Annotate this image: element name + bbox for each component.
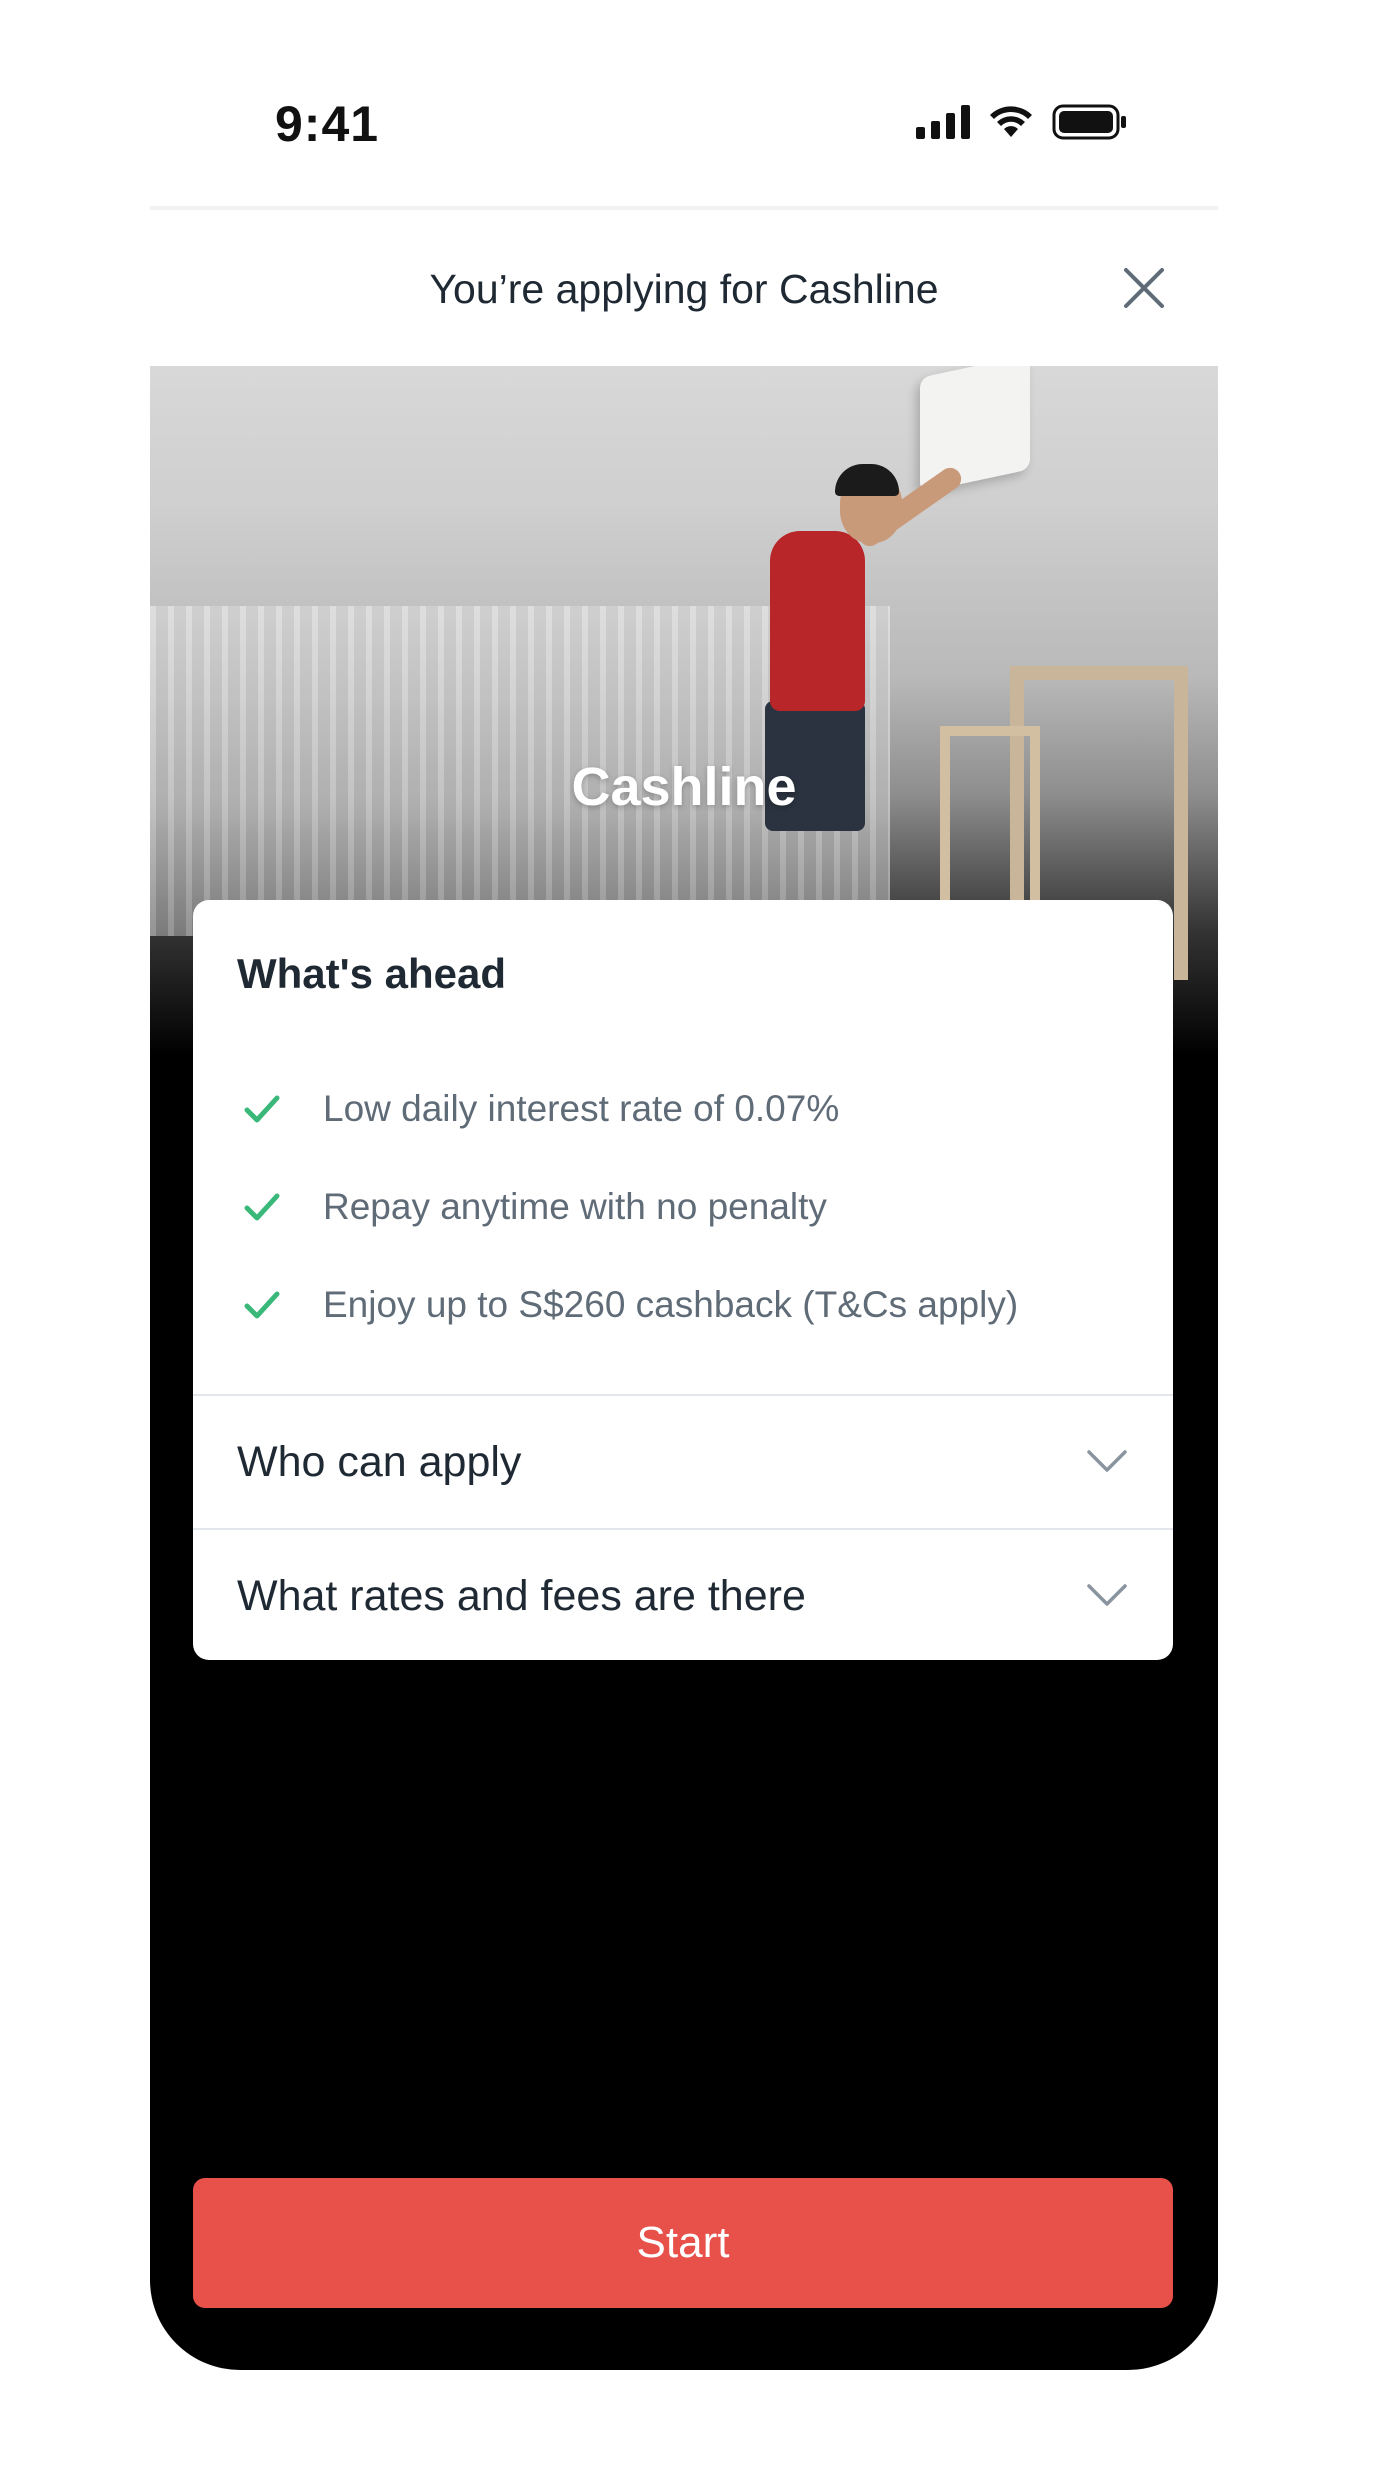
close-icon[interactable] (1116, 260, 1172, 316)
benefit-text: Enjoy up to S$260 cashback (T&Cs apply) (323, 1284, 1019, 1325)
accordion-rates-and-fees[interactable]: What rates and fees are there (193, 1530, 1173, 1660)
benefit-text: Low daily interest rate of 0.07% (323, 1088, 840, 1129)
checkmark-icon (244, 1291, 280, 1319)
page-title: You’re applying for Cashline (429, 266, 939, 312)
info-card: What's ahead Low daily interest rate of … (193, 900, 1173, 1660)
accordion-who-can-apply[interactable]: Who can apply (193, 1396, 1173, 1528)
status-bar: 9:41 (150, 0, 1218, 210)
benefit-text: Repay anytime with no penalty (323, 1186, 827, 1227)
app-screen: You’re applying for Cashline Cashline Wh… (150, 210, 1218, 2370)
benefit-item: Enjoy up to S$260 cashback (T&Cs apply) (237, 1256, 1018, 1354)
cellular-signal-icon (916, 105, 970, 139)
wifi-icon (990, 106, 1032, 137)
status-icons (916, 104, 1128, 140)
product-title: Cashline (571, 757, 797, 817)
accordion-label: Who can apply (237, 1438, 522, 1486)
battery-icon (1052, 104, 1126, 140)
header: You’re applying for Cashline (150, 210, 1218, 366)
person-graphic-hair (835, 464, 899, 496)
card-heading: What's ahead (237, 950, 507, 997)
benefits-list: Low daily interest rate of 0.07% Repay a… (237, 1060, 1018, 1354)
benefit-item: Repay anytime with no penalty (237, 1158, 1018, 1256)
chevron-down-icon (1087, 1584, 1127, 1606)
accordion-label: What rates and fees are there (237, 1572, 806, 1620)
benefit-item: Low daily interest rate of 0.07% (237, 1060, 1018, 1158)
checkmark-icon (244, 1193, 280, 1221)
chevron-down-icon (1087, 1450, 1127, 1472)
person-graphic-body (770, 531, 865, 711)
checkmark-icon (244, 1095, 280, 1123)
start-button[interactable]: Start (193, 2178, 1173, 2308)
status-time: 9:41 (275, 96, 380, 152)
